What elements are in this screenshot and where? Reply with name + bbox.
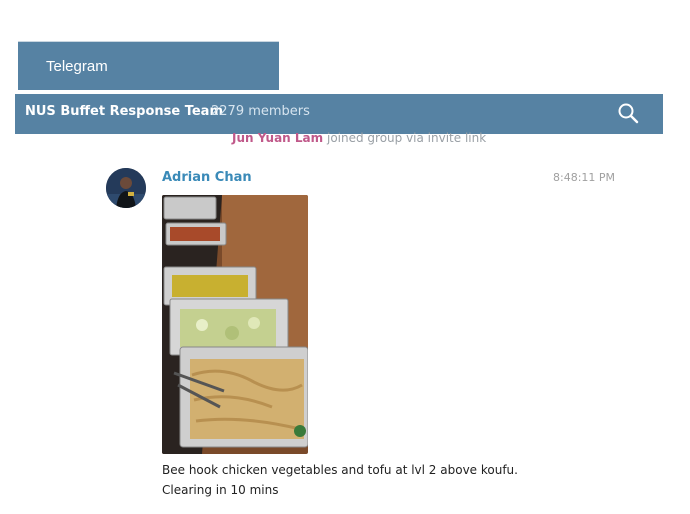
app-title-bar: Telegram [18,41,279,90]
search-icon[interactable] [617,102,639,124]
service-user-link[interactable]: Jun Yuan Lam [232,131,323,145]
message-photo[interactable] [162,195,308,454]
caption-line-1: Bee hook chicken vegetables and tofu at … [162,463,518,477]
avatar-image [106,168,146,208]
chat-name[interactable]: NUS Buffet Response Team [25,104,223,119]
service-action-text: joined group via invite link [326,131,487,145]
app-title: Telegram [46,58,108,75]
message-author[interactable]: Adrian Chan [162,170,252,185]
message-caption: Bee hook chicken vegetables and tofu at … [162,460,518,500]
chat-members-count[interactable]: 2279 members [211,104,310,119]
caption-line-2: Clearing in 10 mins [162,483,279,497]
message-time: 8:48:11 PM [553,171,616,184]
buffet-photo-image [162,195,308,454]
service-message: Jun Yuan Lam joined group via invite lin… [232,131,486,145]
avatar[interactable] [106,168,146,208]
chat-header[interactable]: NUS Buffet Response Team 2279 members [15,94,663,134]
